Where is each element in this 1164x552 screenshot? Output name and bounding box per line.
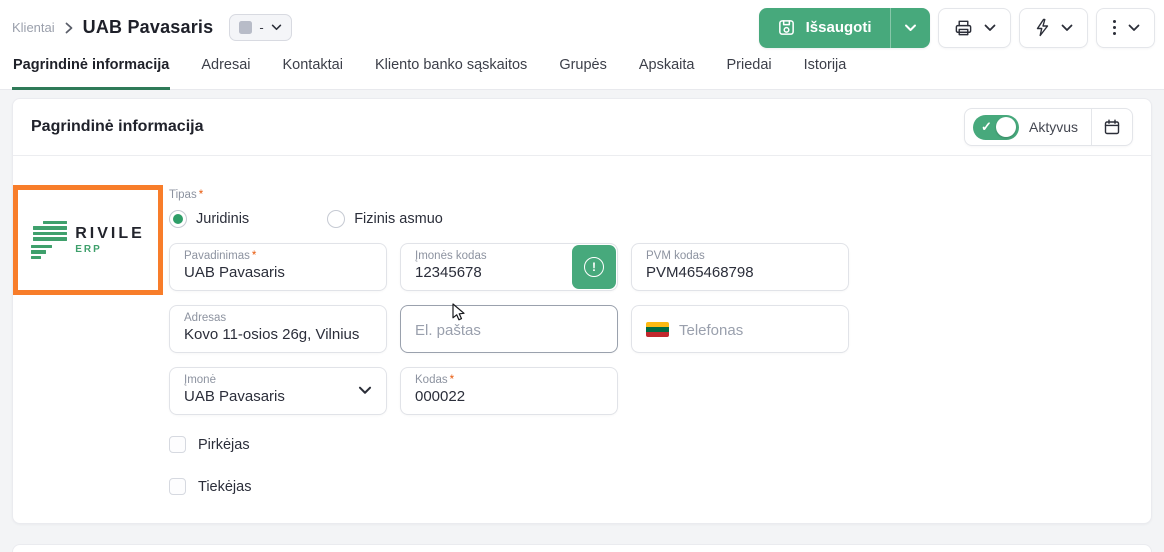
pavadinimas-label: Pavadinimas* [184,250,372,262]
imone-select-value[interactable] [184,386,372,405]
kodas-field[interactable]: Kodas* [400,367,618,415]
tab-adresai[interactable]: Adresai [200,55,251,90]
pirkejas-label: Pirkėjas [198,437,250,453]
radio-juridinis-label: Juridinis [196,211,249,227]
el-pastas-input[interactable] [415,320,603,339]
verify-company-code-button[interactable]: ! [572,245,616,289]
required-mark: * [199,189,203,201]
tab-priedai[interactable]: Priedai [726,55,773,90]
save-button[interactable]: Išsaugoti [759,8,890,48]
telefonas-field[interactable] [631,305,849,353]
page-title: UAB Pavasaris [83,17,214,38]
adresas-field[interactable]: Adresas [169,305,387,353]
save-icon [777,18,796,37]
breadcrumb-parent-link[interactable]: Klientai [12,20,55,35]
calendar-button[interactable] [1092,109,1132,145]
topbar-actions: Išsaugoti [759,8,1155,48]
actions-menu-button[interactable] [1019,8,1088,48]
active-status-group: ✓ Aktyvus [964,108,1133,146]
content-area: Pagrindinė informacija ✓ Aktyvus [0,90,1164,552]
telefonas-input[interactable] [679,320,834,339]
toggle-on-icon: ✓ [973,115,1019,140]
pvm-kodas-input[interactable] [646,262,834,281]
tipas-radio-group: Juridinis Fizinis asmuo [169,208,1151,230]
chevron-down-icon [984,24,996,32]
client-logo-box[interactable]: RIVILE ERP [13,185,163,295]
tab-pagrindine-informacija[interactable]: Pagrindinė informacija [12,55,170,90]
tab-istorija[interactable]: Istorija [803,55,848,90]
printer-icon [953,18,974,37]
required-mark: * [252,250,256,262]
card-header: Pagrindinė informacija ✓ Aktyvus [13,99,1151,156]
radio-unselected-icon [327,210,345,228]
tab-grupes[interactable]: Grupės [558,55,608,90]
pavadinimas-input[interactable] [184,262,372,281]
calendar-icon [1103,118,1121,136]
save-split-button: Išsaugoti [759,8,930,48]
tiekejas-label: Tiekėjas [198,479,251,495]
topbar: Klientai UAB Pavasaris - Išsaugot [0,0,1164,55]
print-menu-button[interactable] [938,8,1011,48]
chevron-down-icon [1128,24,1140,32]
tab-bar: Pagrindinė informacija Adresai Kontaktai… [0,55,1164,90]
exclamation-circle-icon: ! [584,257,604,277]
kebab-icon [1111,20,1119,36]
breadcrumb: Klientai UAB Pavasaris - [12,14,292,41]
next-card-peek [12,544,1152,552]
save-button-label: Išsaugoti [806,19,872,36]
kodas-input[interactable] [415,386,603,405]
card-title: Pagrindinė informacija [31,118,203,136]
pvm-kodas-label: PVM kodas [646,250,834,262]
breadcrumb-chevron-icon [65,22,73,34]
client-form: Tipas* Juridinis Fizinis asmuo [169,156,1151,495]
checkbox-unchecked-icon[interactable] [169,478,186,495]
lithuania-flag-icon [646,322,669,337]
chevron-down-icon [1061,24,1073,32]
card-body: RIVILE ERP Tipas* Juridinis [13,156,1151,524]
save-dropdown-button[interactable] [891,8,930,48]
tab-kontaktai[interactable]: Kontaktai [282,55,344,90]
pvm-kodas-field[interactable]: PVM kodas [631,243,849,291]
checkbox-unchecked-icon[interactable] [169,436,186,453]
color-status-dropdown[interactable]: - [229,14,291,41]
rivile-logo-icon [31,221,67,260]
chevron-down-icon [904,24,917,32]
pavadinimas-field[interactable]: Pavadinimas* [169,243,387,291]
logo-brand-name: RIVILE [75,225,145,243]
form-rows: Pavadinimas* Įmonės kodas ! [169,243,1151,415]
imones-kodas-input[interactable] [415,262,559,281]
imone-label: Įmonė [184,374,372,386]
logo-brand-sub: ERP [75,244,145,255]
kodas-label: Kodas* [415,374,603,386]
radio-fizinis-asmuo[interactable]: Fizinis asmuo [327,210,443,228]
form-row-2: Adresas [169,305,1151,353]
more-menu-button[interactable] [1096,8,1156,48]
form-row-1: Pavadinimas* Įmonės kodas ! [169,243,1151,291]
tiekejas-checkbox-row[interactable]: Tiekėjas [169,478,1151,495]
active-toggle[interactable]: ✓ Aktyvus [965,115,1091,140]
radio-selected-icon [169,210,187,228]
pirkejas-checkbox-row[interactable]: Pirkėjas [169,436,1151,453]
el-pastas-field[interactable] [400,305,618,353]
active-toggle-label: Aktyvus [1029,119,1078,135]
radio-juridinis[interactable]: Juridinis [169,210,249,228]
lightning-icon [1034,18,1051,37]
radio-fizinis-asmuo-label: Fizinis asmuo [354,211,443,227]
tab-apskaita[interactable]: Apskaita [638,55,696,90]
imone-select-field[interactable]: Įmonė [169,367,387,415]
adresas-input[interactable] [184,324,372,343]
client-edit-page: Klientai UAB Pavasaris - Išsaugot [0,0,1164,552]
chevron-down-icon [358,386,372,395]
color-dropdown-value: - [259,20,263,35]
required-mark: * [450,374,454,386]
form-row-3: Įmonė Kodas* [169,367,1151,415]
rivile-logo-text: RIVILE ERP [75,225,145,255]
tab-kliento-banko-saskaitos[interactable]: Kliento banko sąskaitos [374,55,528,90]
imones-kodas-field[interactable]: Įmonės kodas ! [400,243,618,291]
chevron-down-icon [271,24,282,31]
adresas-label: Adresas [184,312,372,324]
tipas-label: Tipas* [169,189,1151,201]
color-swatch-icon [239,21,252,34]
main-info-card: Pagrindinė informacija ✓ Aktyvus [12,98,1152,524]
